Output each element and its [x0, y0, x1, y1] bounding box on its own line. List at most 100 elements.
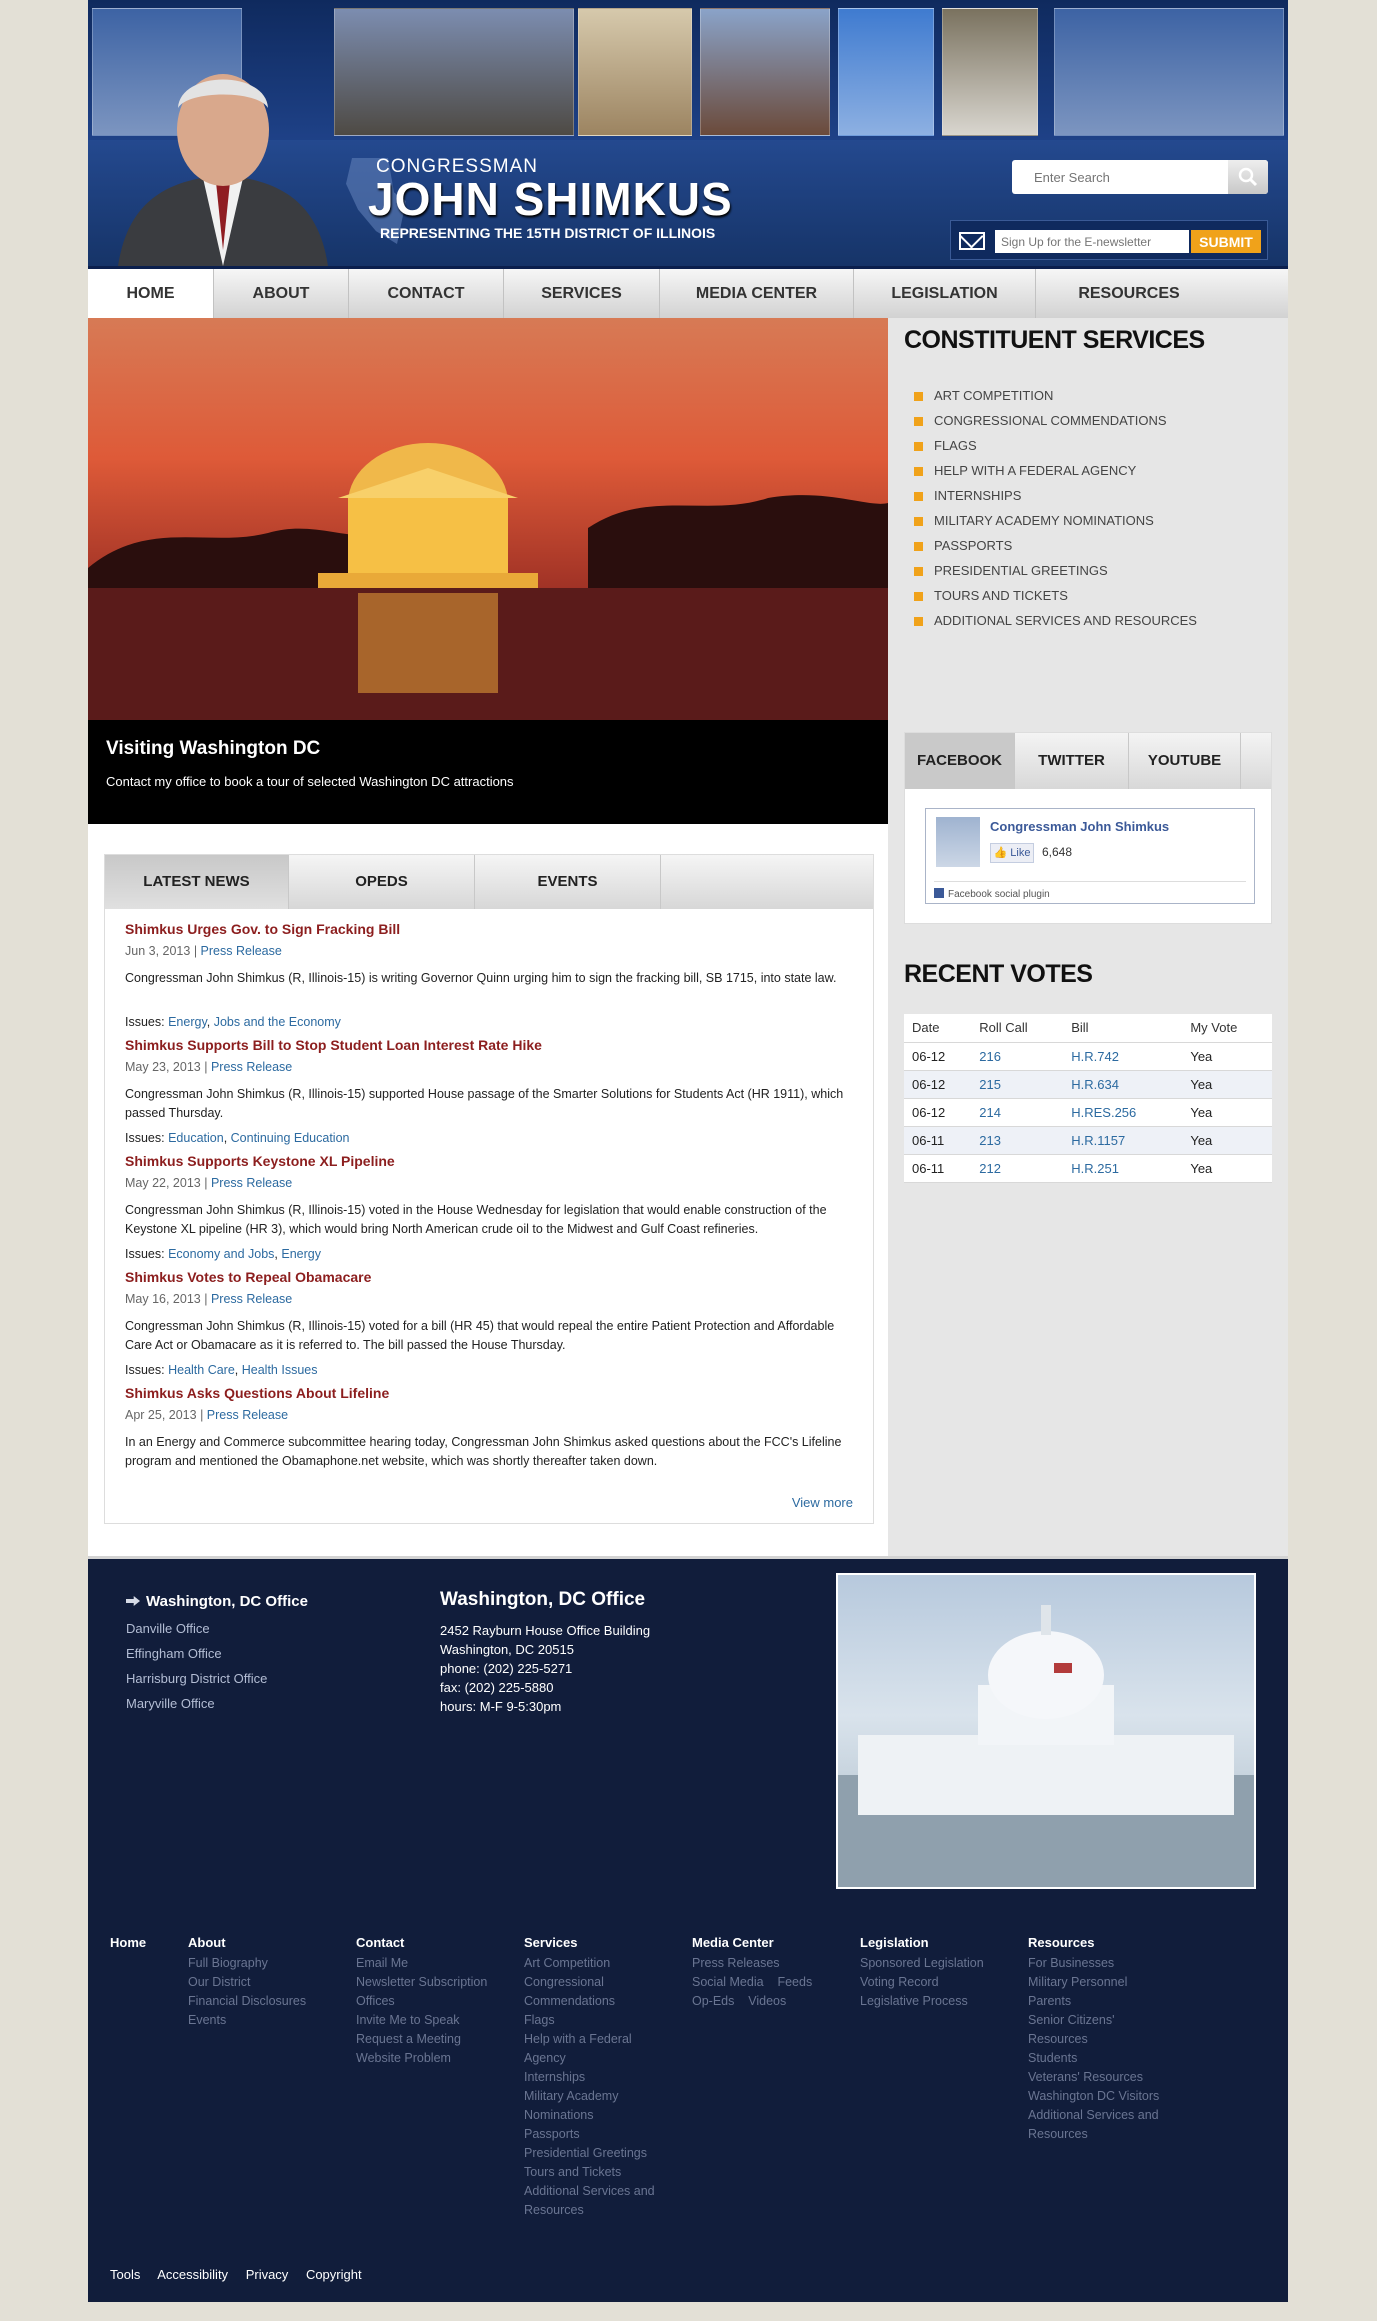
office-link-effingham[interactable]: Effingham Office	[126, 1646, 222, 1661]
issue-link[interactable]: Continuing Education	[231, 1131, 350, 1145]
tab-twitter[interactable]: TWITTER	[1015, 733, 1129, 789]
nav-resources[interactable]: RESOURCES	[1036, 269, 1222, 318]
newsletter-email-input[interactable]	[995, 230, 1189, 253]
news-type-link[interactable]: Press Release	[211, 1292, 292, 1306]
search-input[interactable]	[1012, 160, 1226, 194]
nav-home[interactable]: HOME	[88, 269, 214, 318]
sitemap-link[interactable]: Tours and Tickets	[524, 2163, 655, 2182]
sitemap-head-home[interactable]: Home	[110, 1935, 146, 1950]
sitemap-link[interactable]: Press Releases	[692, 1954, 812, 1973]
office-link-harrisburg[interactable]: Harrisburg District Office	[126, 1671, 267, 1686]
sitemap-link[interactable]: Resources	[524, 2201, 655, 2220]
sitemap-head-services[interactable]: Services	[524, 1935, 655, 1950]
sitemap-link[interactable]: Art Competition	[524, 1954, 655, 1973]
facebook-like-button[interactable]: 👍 Like	[990, 843, 1034, 863]
sitemap-head-about[interactable]: About	[188, 1935, 306, 1950]
sitemap-link[interactable]: Website Problem	[356, 2049, 487, 2068]
sitemap-head-resources[interactable]: Resources	[1028, 1935, 1159, 1950]
facebook-page-thumbnail[interactable]	[936, 817, 980, 867]
facebook-page-name[interactable]: Congressman John Shimkus	[990, 819, 1169, 834]
sitemap-link[interactable]: Email Me	[356, 1954, 487, 1973]
office-current[interactable]: Washington, DC Office	[126, 1593, 308, 1610]
sitemap-link[interactable]: Students	[1028, 2049, 1159, 2068]
sitemap-link[interactable]: Newsletter Subscription	[356, 1973, 487, 1992]
roll-call-link[interactable]: 212	[979, 1161, 1001, 1176]
sitemap-link[interactable]: Parents	[1028, 1992, 1159, 2011]
office-link-maryville[interactable]: Maryville Office	[126, 1696, 215, 1711]
footer-link-copyright[interactable]: Copyright	[306, 2267, 362, 2282]
issue-link[interactable]: Health Issues	[242, 1363, 318, 1377]
sitemap-link[interactable]: Additional Services and	[524, 2182, 655, 2201]
sitemap-link[interactable]: Events	[188, 2011, 306, 2030]
sitemap-link[interactable]: Veterans' Resources	[1028, 2068, 1159, 2087]
bill-link[interactable]: H.R.742	[1071, 1049, 1119, 1064]
bill-link[interactable]: H.R.251	[1071, 1161, 1119, 1176]
nav-legislation[interactable]: LEGISLATION	[854, 269, 1036, 318]
issue-link[interactable]: Education	[168, 1131, 224, 1145]
issue-link[interactable]: Economy and Jobs	[168, 1247, 274, 1261]
sitemap-link[interactable]: Legislative Process	[860, 1992, 984, 2011]
sitemap-link[interactable]: Request a Meeting	[356, 2030, 487, 2049]
issue-link[interactable]: Health Care	[168, 1363, 235, 1377]
news-title[interactable]: Shimkus Supports Keystone XL Pipeline	[125, 1153, 395, 1169]
footer-link-accessibility[interactable]: Accessibility	[157, 2267, 228, 2282]
sitemap-link[interactable]: Additional Services and	[1028, 2106, 1159, 2125]
sitemap-link[interactable]: Military Academy	[524, 2087, 655, 2106]
news-type-link[interactable]: Press Release	[211, 1060, 292, 1074]
roll-call-link[interactable]: 213	[979, 1133, 1001, 1148]
view-more-link[interactable]: View more	[792, 1495, 853, 1510]
sitemap-link[interactable]: Voting Record	[860, 1973, 984, 1992]
sitemap-link[interactable]: Offices	[356, 1992, 487, 2011]
roll-call-link[interactable]: 214	[979, 1105, 1001, 1120]
sitemap-link[interactable]: Senior Citizens'	[1028, 2011, 1159, 2030]
newsletter-submit-button[interactable]: SUBMIT	[1191, 230, 1261, 253]
footer-link-privacy[interactable]: Privacy	[246, 2267, 289, 2282]
sitemap-link[interactable]: Military Personnel	[1028, 1973, 1159, 1992]
sitemap-link[interactable]: Resources	[1028, 2030, 1159, 2049]
sitemap-link[interactable]: Commendations	[524, 1992, 655, 2011]
sitemap-link[interactable]: Full Biography	[188, 1954, 306, 1973]
sitemap-link[interactable]: Agency	[524, 2049, 655, 2068]
sitemap-link[interactable]: Passports	[524, 2125, 655, 2144]
bill-link[interactable]: H.RES.256	[1071, 1105, 1136, 1120]
news-type-link[interactable]: Press Release	[211, 1176, 292, 1190]
news-title[interactable]: Shimkus Asks Questions About Lifeline	[125, 1385, 389, 1401]
sitemap-link[interactable]: Sponsored Legislation	[860, 1954, 984, 1973]
nav-about[interactable]: ABOUT	[214, 269, 349, 318]
tab-facebook[interactable]: FACEBOOK	[905, 733, 1015, 789]
nav-contact[interactable]: CONTACT	[349, 269, 504, 318]
facebook-plugin-label[interactable]: Facebook social plugin	[948, 889, 1050, 900]
roll-call-link[interactable]: 216	[979, 1049, 1001, 1064]
sitemap-link[interactable]: Help with a Federal	[524, 2030, 655, 2049]
sitemap-link[interactable]: Op-Eds Videos	[692, 1992, 812, 2011]
issue-link[interactable]: Energy	[281, 1247, 321, 1261]
news-type-link[interactable]: Press Release	[201, 944, 282, 958]
sitemap-link[interactable]: Nominations	[524, 2106, 655, 2125]
news-title[interactable]: Shimkus Votes to Repeal Obamacare	[125, 1269, 371, 1285]
footer-link-tools[interactable]: Tools	[110, 2267, 140, 2282]
news-title[interactable]: Shimkus Supports Bill to Stop Student Lo…	[125, 1037, 542, 1053]
sitemap-link[interactable]: Resources	[1028, 2125, 1159, 2144]
sitemap-link[interactable]: Social Media Feeds	[692, 1973, 812, 1992]
news-title[interactable]: Shimkus Urges Gov. to Sign Fracking Bill	[125, 921, 400, 937]
hero-title[interactable]: Visiting Washington DC	[106, 738, 320, 760]
office-link-danville[interactable]: Danville Office	[126, 1621, 210, 1636]
sitemap-link[interactable]: Washington DC Visitors	[1028, 2087, 1159, 2106]
issue-link[interactable]: Jobs and the Economy	[214, 1015, 341, 1029]
sitemap-head-legislation[interactable]: Legislation	[860, 1935, 984, 1950]
sitemap-link[interactable]: Internships	[524, 2068, 655, 2087]
roll-call-link[interactable]: 215	[979, 1077, 1001, 1092]
bill-link[interactable]: H.R.1157	[1071, 1133, 1125, 1148]
sitemap-link[interactable]: Congressional	[524, 1973, 655, 1992]
news-type-link[interactable]: Press Release	[207, 1408, 288, 1422]
sitemap-link[interactable]: Presidential Greetings	[524, 2144, 655, 2163]
sitemap-link[interactable]: For Businesses	[1028, 1954, 1159, 1973]
tab-youtube[interactable]: YOUTUBE	[1129, 733, 1241, 789]
sitemap-link[interactable]: Flags	[524, 2011, 655, 2030]
hero-image-jefferson-memorial[interactable]	[88, 318, 888, 720]
tab-opeds[interactable]: OPEDS	[289, 855, 475, 909]
nav-services[interactable]: SERVICES	[504, 269, 660, 318]
sitemap-head-contact[interactable]: Contact	[356, 1935, 487, 1950]
sitemap-link[interactable]: Invite Me to Speak	[356, 2011, 487, 2030]
sitemap-link[interactable]: Financial Disclosures	[188, 1992, 306, 2011]
